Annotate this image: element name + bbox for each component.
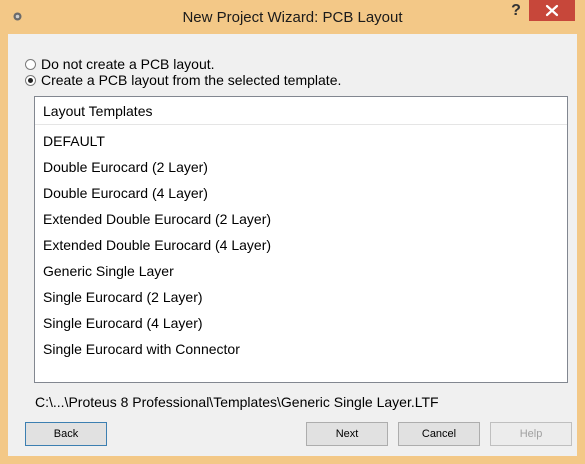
from-template-label: Create a PCB layout from the selected te… — [41, 72, 342, 88]
no-layout-label: Do not create a PCB layout. — [41, 56, 215, 72]
back-button[interactable]: Back — [25, 422, 107, 446]
list-item[interactable]: Single Eurocard (4 Layer) — [43, 310, 203, 336]
no-layout-radio[interactable] — [25, 58, 36, 70]
close-button[interactable] — [529, 0, 575, 21]
window-title: New Project Wizard: PCB Layout — [182, 9, 403, 26]
option-from-template[interactable]: Create a PCB layout from the selected te… — [25, 72, 341, 88]
template-path: C:\...\Proteus 8 Professional\Templates\… — [35, 394, 439, 410]
list-item[interactable]: Extended Double Eurocard (4 Layer) — [43, 232, 271, 258]
title-help-button[interactable]: ? — [503, 0, 529, 24]
wizard-page: Do not create a PCB layout. Create a PCB… — [8, 34, 577, 456]
close-icon — [545, 4, 559, 17]
list-header[interactable]: Layout Templates — [35, 97, 567, 125]
title-bar[interactable]: New Project Wizard: PCB Layout ? — [0, 0, 585, 34]
cancel-button[interactable]: Cancel — [398, 422, 480, 446]
list-item[interactable]: Extended Double Eurocard (2 Layer) — [43, 206, 271, 232]
help-button: Help — [490, 422, 572, 446]
option-no-layout[interactable]: Do not create a PCB layout. — [25, 56, 215, 72]
list-item[interactable]: Single Eurocard (2 Layer) — [43, 284, 203, 310]
list-item[interactable]: Double Eurocard (4 Layer) — [43, 180, 208, 206]
list-item[interactable]: Double Eurocard (2 Layer) — [43, 154, 208, 180]
next-button[interactable]: Next — [306, 422, 388, 446]
from-template-radio[interactable] — [25, 74, 36, 86]
list-item[interactable]: Generic Single Layer — [43, 258, 174, 284]
list-item[interactable]: DEFAULT — [43, 128, 105, 154]
wizard-window: New Project Wizard: PCB Layout ? Do not … — [0, 0, 585, 464]
list-item[interactable]: Single Eurocard with Connector — [43, 336, 240, 362]
layout-templates-list[interactable]: Layout Templates DEFAULT Double Eurocard… — [34, 96, 568, 383]
